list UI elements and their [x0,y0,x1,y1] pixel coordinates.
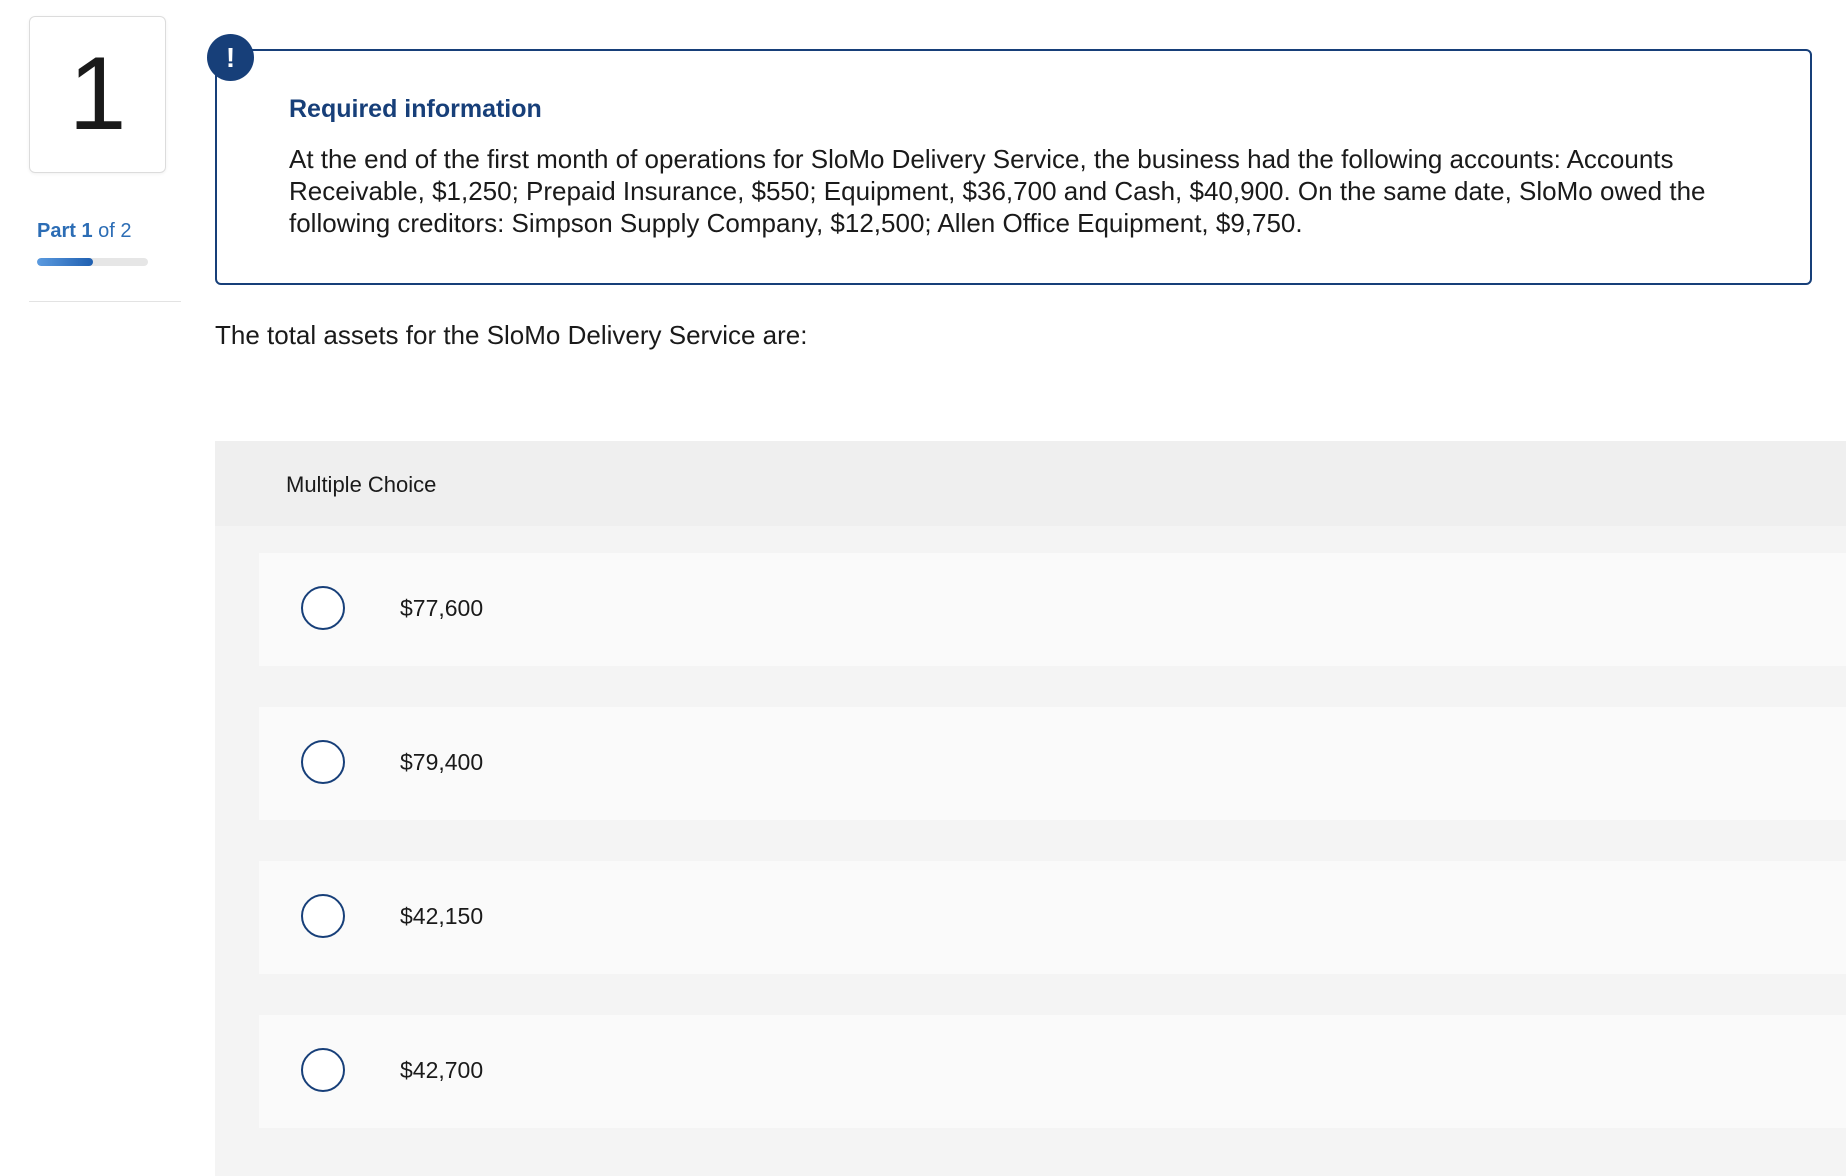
question-prompt: The total assets for the SloMo Delivery … [215,320,808,350]
multiple-choice-panel: Multiple Choice $77,600 $79,400 $42,150 … [215,441,1846,1176]
choice-label: $42,700 [400,1057,484,1083]
required-information-title: Required information [289,95,542,123]
required-information-text: At the end of the first month of operati… [289,144,1706,238]
multiple-choice-header: Multiple Choice [215,441,1846,526]
rail-divider [29,301,181,302]
question-number: 1 [29,16,166,173]
question-page: 1 Part 1 of 2 ! Required information At … [0,0,1846,1176]
required-information-box: Required information At the end of the f… [215,49,1812,285]
alert-icon: ! [207,34,254,81]
multiple-choice-title: Multiple Choice [286,472,437,497]
radio-button[interactable] [301,894,345,938]
radio-button[interactable] [301,740,345,784]
choice-option[interactable]: $77,600 [259,553,1846,666]
part-current: 1 [81,220,93,242]
part-progress-bar [37,258,148,266]
radio-button[interactable] [301,586,345,630]
radio-button[interactable] [301,1048,345,1092]
choice-label: $79,400 [400,749,484,775]
part-progress-fill [37,258,93,266]
choice-label: $42,150 [400,903,484,929]
part-label-prefix: Part [37,220,76,242]
choice-label: $77,600 [400,595,484,621]
choice-option[interactable]: $42,700 [259,1015,1846,1128]
part-of-text: of 2 [98,220,132,242]
choice-option[interactable]: $79,400 [259,707,1846,820]
part-indicator: Part 1 of 2 [37,220,132,243]
choice-option[interactable]: $42,150 [259,861,1846,974]
